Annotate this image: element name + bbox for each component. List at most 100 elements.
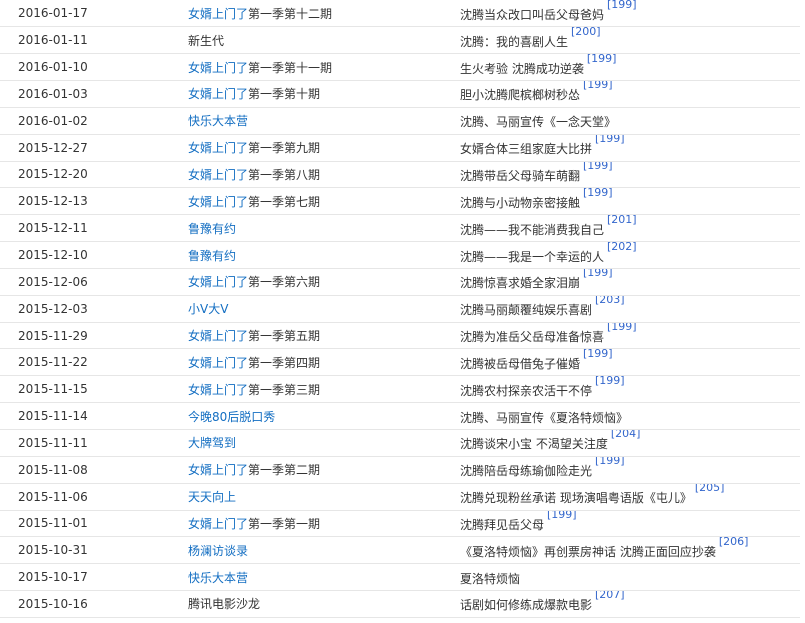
show-link[interactable]: 女婿上门了: [188, 356, 248, 370]
show-link[interactable]: 快乐大本营: [188, 114, 248, 128]
date-cell: 2016-01-17: [0, 0, 178, 28]
citation-link[interactable]: [201]: [607, 215, 637, 226]
episode-description: 沈腾——我是一个幸运的人: [460, 249, 605, 264]
description-cell: 生火考验 沈腾成功逆袭[199]: [450, 53, 800, 82]
citation-link[interactable]: [199]: [587, 54, 617, 65]
broadcast-date: 2015-12-03: [18, 301, 88, 316]
show-episode: 第一季第三期: [248, 382, 321, 397]
show-link[interactable]: 小V大V: [188, 302, 228, 316]
episode-description: 沈腾谈宋小宝 不渴望关注度: [460, 437, 608, 452]
citation-link[interactable]: [199]: [607, 322, 637, 333]
citation-link[interactable]: [204]: [611, 430, 641, 441]
show-link[interactable]: 杨澜访谈录: [188, 544, 248, 558]
citation-link[interactable]: [199]: [595, 134, 625, 145]
table-row: 2015-11-11 大牌驾到 沈腾谈宋小宝 不渴望关注度[204]: [0, 429, 800, 457]
episode-description: 沈腾当众改口叫岳父母爸妈: [460, 7, 605, 22]
citation-link[interactable]: [200]: [571, 27, 601, 38]
description-cell: 沈腾拜见岳父母[199]: [450, 510, 800, 538]
description-cell: 沈腾马丽颠覆纯娱乐喜剧[203]: [450, 295, 800, 323]
table-row: 2016-01-03 女婿上门了第一季第十期 胆小沈腾爬槟榔树秒怂[199]: [0, 80, 800, 108]
broadcast-date: 2015-12-27: [18, 140, 88, 155]
citation-link[interactable]: [199]: [583, 188, 613, 199]
show-link[interactable]: 今晚80后脱口秀: [188, 410, 275, 424]
show-episode: 第一季第九期: [248, 141, 321, 156]
show-cell: 女婿上门了第一季第六期: [178, 268, 450, 296]
show-link[interactable]: 女婿上门了: [188, 195, 248, 209]
episode-description: 沈腾拜见岳父母: [460, 517, 545, 532]
show-link[interactable]: 鲁豫有约: [188, 249, 236, 263]
citation-link[interactable]: [199]: [583, 81, 613, 92]
table-row: 2015-11-14 今晚80后脱口秀 沈腾、马丽宣传《夏洛特烦恼》: [0, 402, 800, 430]
show-episode: 第一季第四期: [248, 355, 321, 370]
citation-link[interactable]: [203]: [595, 295, 625, 306]
broadcast-date: 2015-10-16: [18, 596, 88, 611]
date-cell: 2015-12-11: [0, 214, 178, 243]
show-link[interactable]: 天天向上: [188, 490, 236, 504]
broadcast-date: 2015-12-20: [18, 167, 88, 182]
show-link[interactable]: 大牌驾到: [188, 436, 236, 450]
citation-link[interactable]: [205]: [695, 483, 725, 494]
show-link[interactable]: 女婿上门了: [188, 87, 248, 101]
broadcast-date: 2015-12-10: [18, 248, 88, 263]
table-row: 2015-11-29 女婿上门了第一季第五期 沈腾为准岳父岳母准备惊喜[199]: [0, 322, 800, 350]
show-episode: 第一季第二期: [248, 463, 321, 478]
broadcast-date: 2015-11-14: [18, 409, 88, 424]
date-cell: 2015-12-20: [0, 161, 178, 189]
date-cell: 2015-12-03: [0, 295, 178, 323]
date-cell: 2015-11-01: [0, 510, 178, 538]
citation-link[interactable]: [207]: [595, 591, 625, 602]
show-cell: 天天向上: [178, 483, 450, 511]
date-cell: 2016-01-10: [0, 53, 178, 82]
citation-link[interactable]: [199]: [595, 376, 625, 387]
show-cell: 今晚80后脱口秀: [178, 402, 450, 430]
show-link[interactable]: 女婿上门了: [188, 463, 248, 477]
citation-link[interactable]: [199]: [547, 510, 577, 521]
citation-link[interactable]: [199]: [583, 161, 613, 172]
show-cell: 女婿上门了第一季第九期: [178, 134, 450, 162]
show-cell: 女婿上门了第一季第十期: [178, 80, 450, 108]
broadcast-date: 2015-11-01: [18, 516, 88, 531]
tv-appearances-table: 2016-01-17 女婿上门了第一季第十二期 沈腾当众改口叫岳父母爸妈[199…: [0, 0, 800, 618]
table-row: 2016-01-10 女婿上门了第一季第十一期 生火考验 沈腾成功逆袭[199]: [0, 53, 800, 82]
show-cell: 腾讯电影沙龙: [178, 590, 450, 618]
show-link[interactable]: 快乐大本营: [188, 571, 248, 585]
table-row: 2015-10-31 杨澜访谈录 《夏洛特烦恼》再创票房神话 沈腾正面回应抄袭[…: [0, 536, 800, 565]
show-link[interactable]: 女婿上门了: [188, 168, 248, 182]
show-link[interactable]: 女婿上门了: [188, 329, 248, 343]
broadcast-date: 2016-01-02: [18, 113, 88, 128]
table-row: 2015-12-06 女婿上门了第一季第六期 沈腾惊喜求婚全家泪崩[199]: [0, 268, 800, 296]
show-link[interactable]: 女婿上门了: [188, 517, 248, 531]
show-link[interactable]: 女婿上门了: [188, 61, 248, 75]
broadcast-date: 2015-11-11: [18, 435, 88, 450]
broadcast-date: 2015-11-15: [18, 382, 88, 397]
show-cell: 女婿上门了第一季第三期: [178, 375, 450, 404]
citation-link[interactable]: [202]: [607, 242, 637, 253]
show-episode: 新生代: [188, 33, 225, 48]
show-cell: 女婿上门了第一季第十一期: [178, 53, 450, 82]
show-episode: 第一季第一期: [248, 516, 321, 531]
description-cell: 沈腾、马丽宣传《一念天堂》: [450, 107, 800, 135]
citation-link[interactable]: [206]: [719, 537, 749, 548]
citation-link[interactable]: [199]: [583, 268, 613, 279]
citation-link[interactable]: [199]: [607, 0, 637, 11]
citation-link[interactable]: [199]: [595, 456, 625, 467]
show-episode: 第一季第五期: [248, 329, 321, 344]
show-episode: 第一季第十一期: [248, 60, 333, 75]
episode-description: 沈腾农村探亲农活干不停: [460, 383, 593, 398]
episode-description: 沈腾带岳父母骑车萌翻: [460, 168, 581, 183]
date-cell: 2016-01-03: [0, 80, 178, 108]
broadcast-date: 2015-11-22: [18, 355, 88, 370]
show-link[interactable]: 女婿上门了: [188, 383, 248, 397]
episode-description: 沈腾惊喜求婚全家泪崩: [460, 276, 581, 291]
show-link[interactable]: 鲁豫有约: [188, 222, 236, 236]
episode-description: 沈腾、马丽宣传《一念天堂》: [460, 115, 617, 130]
show-link[interactable]: 女婿上门了: [188, 275, 248, 289]
episode-description: 生火考验 沈腾成功逆袭: [460, 61, 584, 76]
citation-link[interactable]: [199]: [583, 349, 613, 360]
show-link[interactable]: 女婿上门了: [188, 7, 248, 21]
table-row: 2015-12-11 鲁豫有约 沈腾——我不能消费我自己[201]: [0, 214, 800, 243]
episode-description: 沈腾——我不能消费我自己: [460, 222, 605, 237]
date-cell: 2015-11-08: [0, 456, 178, 484]
date-cell: 2016-01-11: [0, 26, 178, 55]
show-link[interactable]: 女婿上门了: [188, 141, 248, 155]
